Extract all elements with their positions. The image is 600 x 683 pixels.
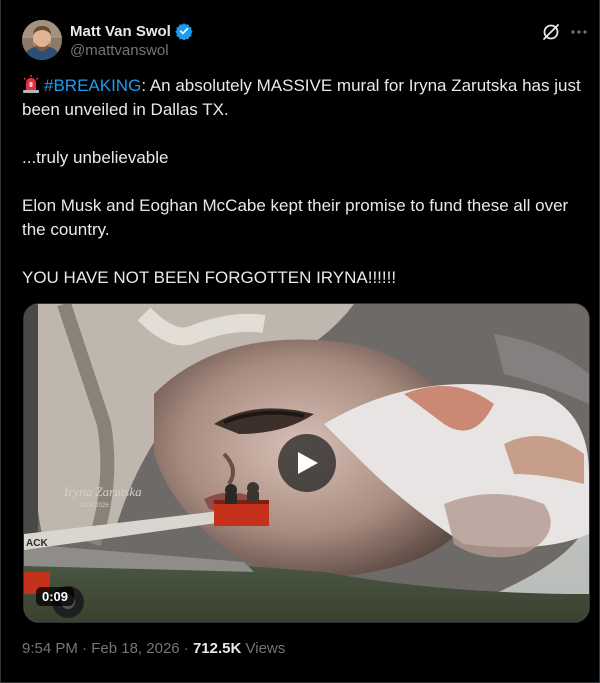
views-count[interactable]: 712.5K bbox=[193, 640, 241, 657]
tweet-time[interactable]: 9:54 PM bbox=[22, 640, 78, 657]
tweet-line-2: ...truly unbelievable bbox=[22, 148, 169, 167]
tweet-line-3: Elon Musk and Eoghan McCabe kept their p… bbox=[22, 196, 569, 239]
avatar-image bbox=[22, 20, 62, 60]
video-player[interactable]: Iryna Zarutska 2002-2025 ACK 0:09 bbox=[23, 303, 590, 623]
play-icon bbox=[298, 452, 318, 474]
tweet-line-4: YOU HAVE NOT BEEN FORGOTTEN IRYNA!!!!!! bbox=[22, 268, 397, 287]
avatar[interactable] bbox=[22, 20, 62, 60]
video-duration-badge: 0:09 bbox=[36, 587, 75, 606]
tweet-date[interactable]: Feb 18, 2026 bbox=[91, 640, 179, 657]
play-button[interactable] bbox=[278, 434, 336, 492]
more-horizontal-icon[interactable] bbox=[569, 22, 589, 42]
verified-badge-icon[interactable] bbox=[175, 22, 193, 41]
author-display-name[interactable]: Matt Van Swol bbox=[70, 23, 171, 40]
tweet-text: #BREAKING: An absolutely MASSIVE mural f… bbox=[22, 74, 592, 290]
views-label: Views bbox=[245, 640, 286, 657]
police-light-emoji-icon bbox=[22, 75, 40, 93]
hashtag-link[interactable]: #BREAKING bbox=[44, 76, 141, 95]
lift-text: ACK bbox=[26, 538, 48, 549]
meta-separator: · bbox=[82, 640, 88, 657]
mural-signature: Iryna Zarutska bbox=[63, 484, 142, 499]
tweet-paragraph-1: #BREAKING: An absolutely MASSIVE mural f… bbox=[22, 74, 592, 122]
tweet-meta: 9:54 PM · Feb 18, 2026 · 712.5K Views bbox=[22, 640, 285, 657]
mural-years: 2002-2025 bbox=[80, 503, 109, 509]
author-name-row[interactable]: Matt Van Swol bbox=[70, 22, 193, 41]
timeline-border-left bbox=[0, 0, 1, 683]
grok-icon[interactable] bbox=[541, 22, 561, 42]
author-handle[interactable]: @mattvanswol bbox=[70, 42, 169, 59]
meta-separator-2: · bbox=[183, 640, 189, 657]
